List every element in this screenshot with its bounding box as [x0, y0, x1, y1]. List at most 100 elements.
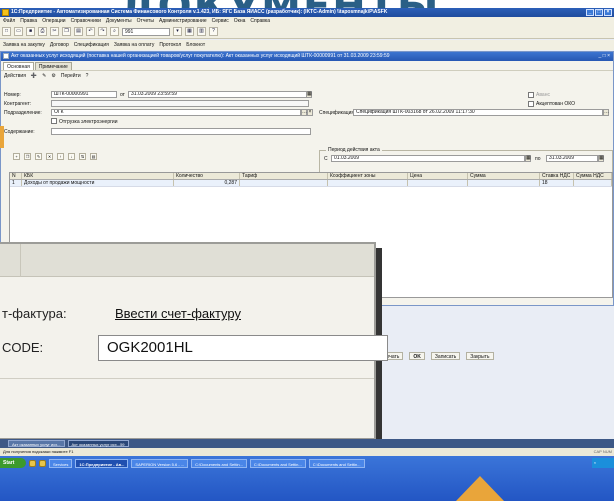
zoom-divider	[20, 244, 21, 277]
spec-select-icon[interactable]: …	[603, 109, 609, 116]
notepad-button[interactable]: Блокнот	[186, 40, 205, 50]
protocol-button[interactable]: Протокол	[159, 40, 181, 50]
window-controls-icon[interactable]: _ □ ×	[599, 52, 611, 61]
col-kbk[interactable]: КБК	[22, 173, 174, 179]
menu-file[interactable]: Файл	[3, 17, 15, 25]
system-tray-icon[interactable]: ◐	[592, 458, 614, 468]
division-clear-icon[interactable]: ×	[307, 109, 313, 116]
tab-notes[interactable]: Примечание	[34, 62, 72, 70]
task-saperion[interactable]: SAPERION Version 5.6 - ...	[131, 458, 189, 468]
zoom-header-strip	[0, 244, 374, 277]
payment-request-button[interactable]: Заявка на оплату	[114, 40, 155, 50]
row-edit-icon[interactable]: ✎	[35, 153, 42, 160]
cut-icon[interactable]: ✂	[50, 27, 59, 36]
open-icon[interactable]: ▭	[14, 27, 23, 36]
division-label: Подразделение:	[4, 110, 42, 116]
task-services[interactable]: Services	[49, 458, 73, 468]
date-label: от	[120, 92, 125, 98]
menu-windows[interactable]: Окна	[234, 17, 246, 25]
row-copy-icon[interactable]: ❐	[24, 153, 31, 160]
specification-button[interactable]: Спецификация	[74, 40, 109, 50]
close-icon[interactable]: ×	[604, 9, 612, 16]
menu-documents[interactable]: Документы	[106, 17, 132, 25]
col-vat-sum[interactable]: Сумма НДС	[574, 173, 612, 179]
structure-icon[interactable]: ⚙	[51, 73, 55, 79]
spec-field[interactable]: Спецификация ШТК-003168 от 26.02.2009 11…	[353, 109, 603, 116]
window-tab-1[interactable]: Акт оказанных услуг исх...	[8, 440, 65, 447]
col-vat-rate[interactable]: Ставка НДС	[540, 173, 574, 179]
task-folder-3[interactable]: C:\Documents and Settin...	[308, 458, 365, 468]
number-field[interactable]: ШТК-00000991	[51, 91, 117, 98]
code-field[interactable]: OGK2001HL	[98, 335, 388, 361]
toolbar-search-input[interactable]: 991	[122, 27, 170, 36]
purchase-request-button[interactable]: Заявка на закупку	[3, 40, 45, 50]
redo-icon[interactable]: ↷	[98, 27, 107, 36]
division-field[interactable]: ОГК	[51, 109, 301, 116]
menu-reports[interactable]: Отчеты	[137, 17, 154, 25]
col-tariff[interactable]: Тариф	[240, 173, 328, 179]
row-down-icon[interactable]: ↓	[68, 153, 75, 160]
help-button[interactable]: ?	[86, 73, 89, 79]
enter-invoice-link[interactable]: Ввести счет-фактуру	[115, 306, 241, 321]
period-from-field[interactable]: 01.03.2009	[331, 155, 525, 162]
zoom-callout: т-фактура: Ввести счет-фактуру CODE: OGK…	[0, 242, 388, 440]
row-delete-icon[interactable]: ✕	[46, 153, 53, 160]
menu-service[interactable]: Сервис	[212, 17, 229, 25]
menu-operations[interactable]: Операции	[42, 17, 65, 25]
task-folder-2[interactable]: C:\Documents and Settin...	[249, 458, 306, 468]
date-field[interactable]: 31.03.2009 23:59:59	[128, 91, 308, 98]
help-icon[interactable]: ?	[209, 27, 218, 36]
sort-icon[interactable]: ⇅	[79, 153, 86, 160]
col-quantity[interactable]: Количество	[174, 173, 240, 179]
menu-admin[interactable]: Администрирование	[159, 17, 207, 25]
date-calendar-icon[interactable]: ▦	[306, 91, 312, 98]
select-icon[interactable]: ▤	[90, 153, 97, 160]
save-icon[interactable]: ■	[26, 27, 35, 36]
menu-help[interactable]: Справка	[250, 17, 270, 25]
undo-icon[interactable]: ↶	[86, 27, 95, 36]
contract-button[interactable]: Договор	[50, 40, 69, 50]
menu-edit[interactable]: Правка	[20, 17, 37, 25]
col-n[interactable]: N	[10, 173, 22, 179]
close-button[interactable]: Закрыть	[466, 352, 494, 360]
electricity-checkbox[interactable]	[51, 118, 57, 124]
row-add-icon[interactable]: +	[13, 153, 20, 160]
calendar-icon[interactable]: ▥	[197, 27, 206, 36]
task-folder-1[interactable]: C:\Documents and Settin...	[191, 458, 247, 468]
print-icon[interactable]: ⎙	[38, 27, 47, 36]
period-to-calendar-icon[interactable]: ▦	[598, 155, 604, 162]
col-zone-coef[interactable]: Коэффициент зоны	[328, 173, 408, 179]
task-1c[interactable]: 1С:Предприятие - Ав...	[75, 458, 129, 468]
save-button[interactable]: Записать	[430, 352, 461, 360]
calculator-icon[interactable]: ▦	[185, 27, 194, 36]
period-from-calendar-icon[interactable]: ▦	[525, 155, 531, 162]
col-sum[interactable]: Сумма	[468, 173, 540, 179]
advance-checkbox[interactable]	[528, 92, 534, 98]
goto-menu[interactable]: Перейти	[61, 73, 81, 79]
add-icon[interactable]: ➕	[31, 73, 37, 79]
edit-icon[interactable]: ✎	[42, 73, 46, 79]
quicklaunch-explorer-icon[interactable]	[39, 459, 46, 467]
decorative-arrow-shape	[456, 476, 504, 501]
new-document-icon[interactable]: □	[2, 27, 11, 36]
period-to-field[interactable]: 31.03.2009	[546, 155, 598, 162]
find-icon[interactable]: ⌕	[110, 27, 119, 36]
maximize-icon[interactable]: □	[595, 9, 603, 16]
table-row[interactable]: 1 Доходы от продажи мощности 0,287 18	[10, 180, 612, 187]
quicklaunch-browser-icon[interactable]	[29, 459, 36, 467]
search-go-icon[interactable]: ▾	[173, 27, 182, 36]
col-price[interactable]: Цена	[408, 173, 468, 179]
okd-checkbox[interactable]	[528, 101, 534, 107]
tab-main[interactable]: Основная	[3, 62, 34, 70]
content-field[interactable]	[51, 128, 311, 135]
window-tab-2[interactable]: Акт оказанных услуг исх...59	[67, 440, 129, 447]
minimize-icon[interactable]: _	[586, 9, 594, 16]
row-up-icon[interactable]: ↑	[57, 153, 64, 160]
ok-button[interactable]: OK	[409, 352, 425, 360]
start-button[interactable]: Start	[0, 458, 26, 468]
contractor-field[interactable]	[51, 100, 309, 107]
copy-icon[interactable]: ❐	[62, 27, 71, 36]
paste-icon[interactable]: ▤	[74, 27, 83, 36]
menu-references[interactable]: Справочники	[71, 17, 101, 25]
actions-menu[interactable]: Действия	[4, 73, 26, 79]
